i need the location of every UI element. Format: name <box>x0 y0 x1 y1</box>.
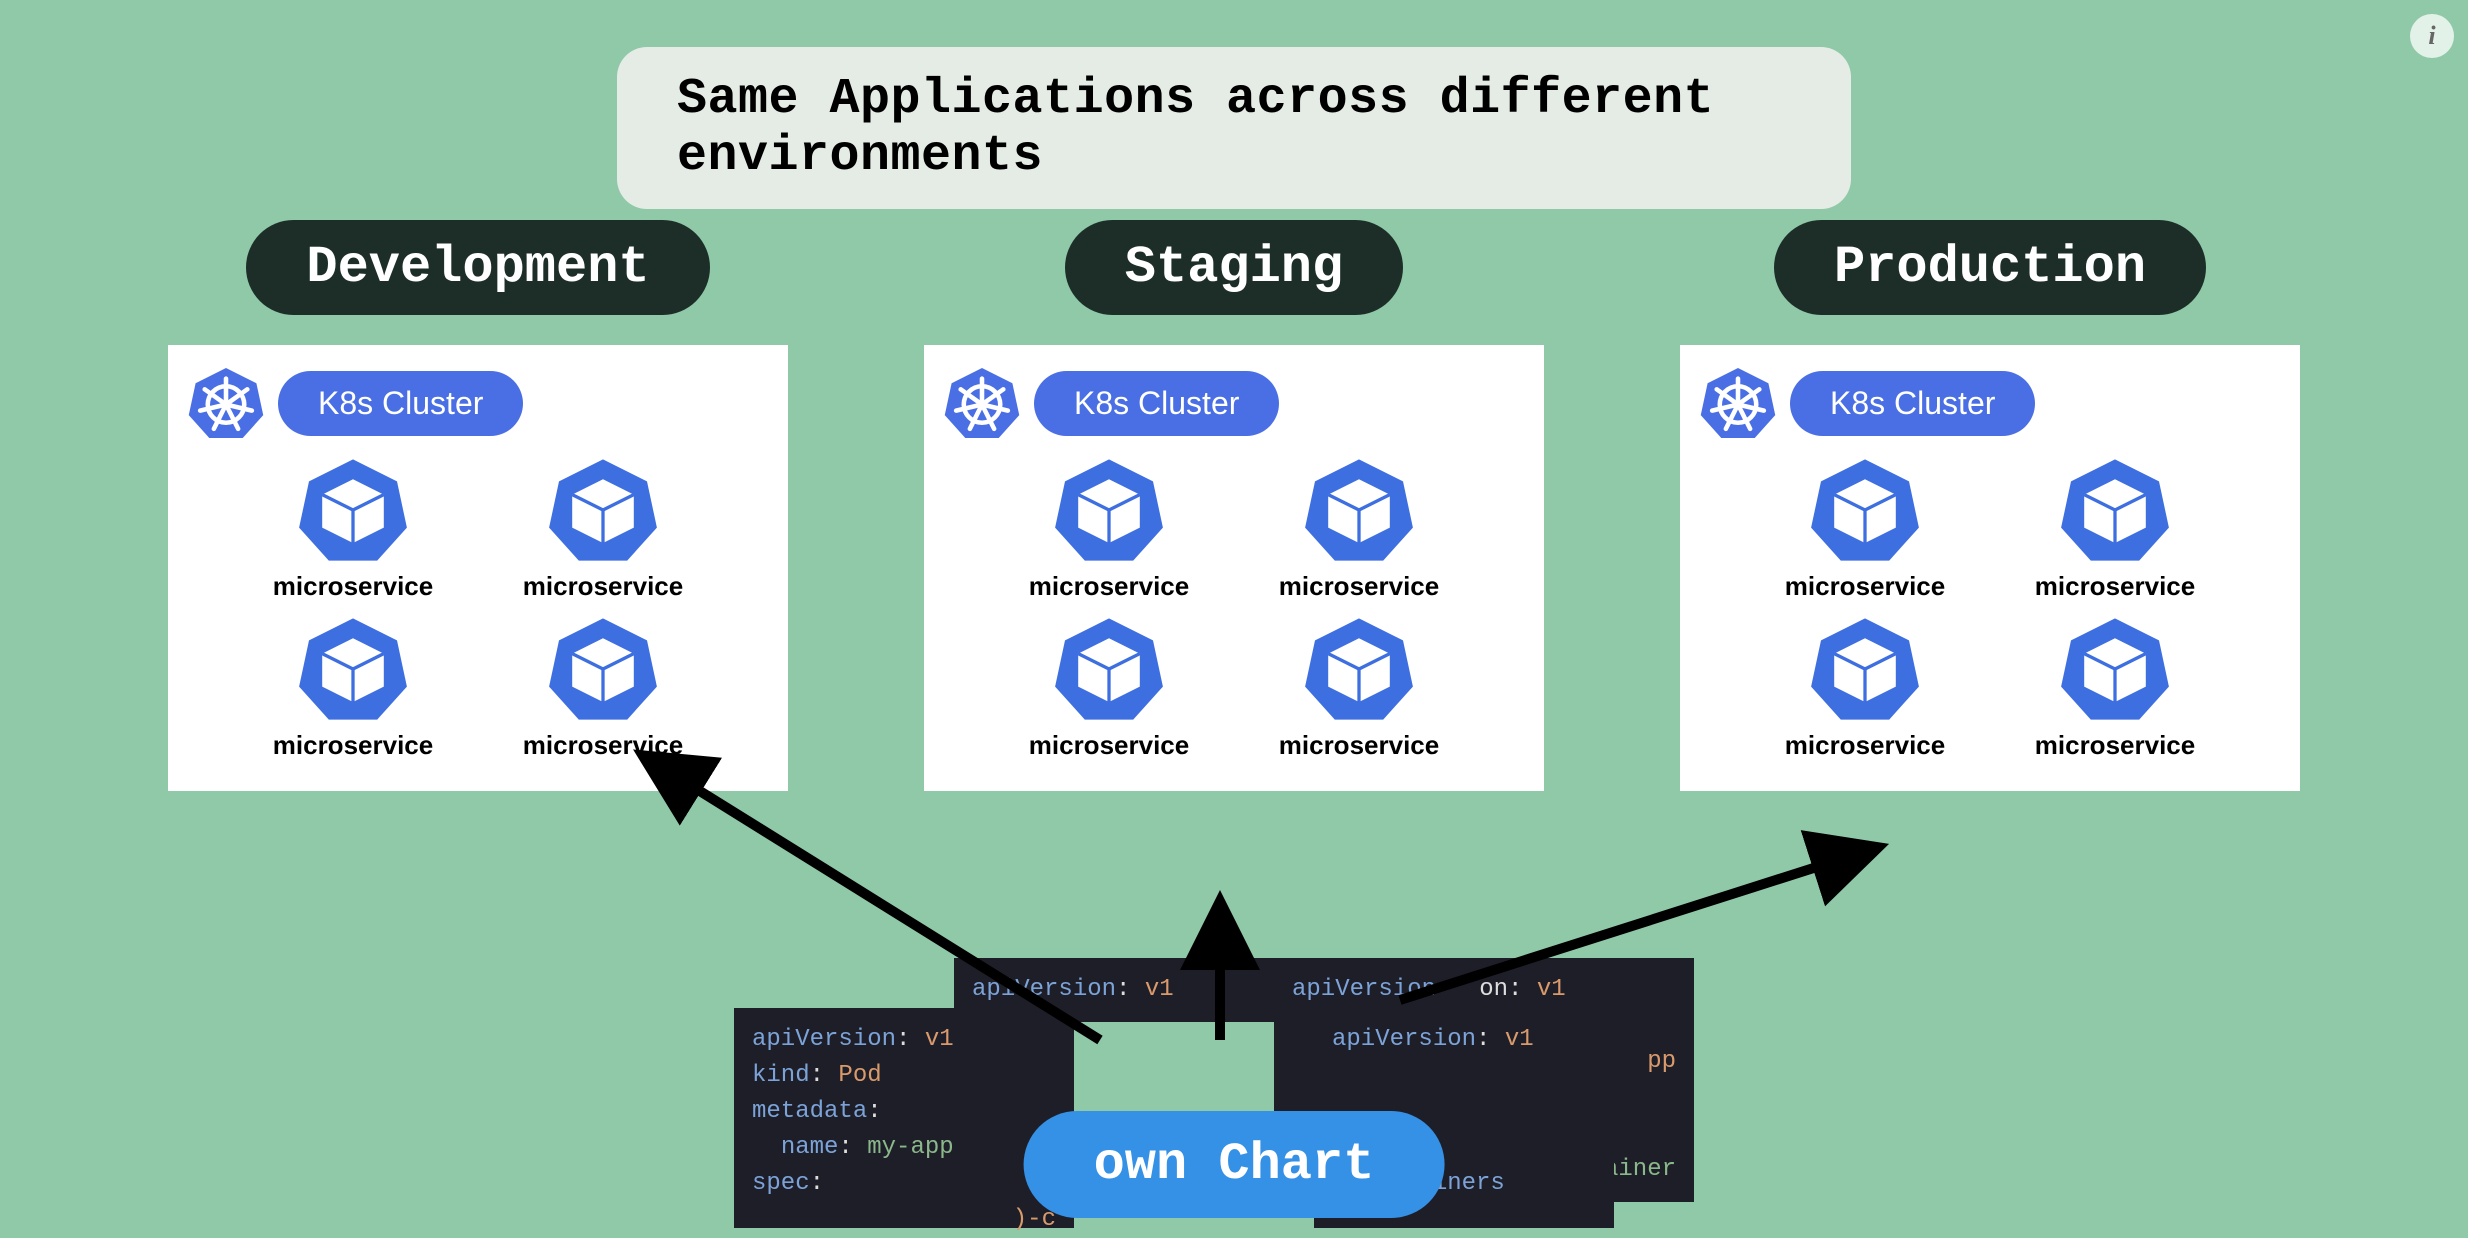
microservice-item: microservice <box>1254 455 1464 602</box>
cluster-box-development: K8s Cluster microservice microservice mi… <box>168 345 788 791</box>
env-pill-staging: Staging <box>1065 220 1403 315</box>
microservice-label: microservice <box>1279 571 1439 602</box>
cluster-box-production: K8s Cluster microservice microservice mi… <box>1680 345 2300 791</box>
cube-icon <box>1810 455 1920 565</box>
kubernetes-icon <box>1700 365 1776 441</box>
microservice-item: microservice <box>1004 455 1214 602</box>
yaml-window-front: apiVersion: v1 kind: Pod metadata: name:… <box>734 1008 1074 1228</box>
cube-icon <box>548 455 658 565</box>
microservice-grid: microservice microservice microservice m… <box>944 455 1524 761</box>
cluster-header: K8s Cluster <box>1700 365 2280 441</box>
cube-icon <box>1054 455 1164 565</box>
microservice-grid: microservice microservice microservice m… <box>188 455 768 761</box>
env-development: Development K8s Cluster <box>168 220 788 791</box>
microservice-item: microservice <box>248 455 458 602</box>
cube-icon <box>2060 614 2170 724</box>
cube-icon <box>1810 614 1920 724</box>
microservice-label: microservice <box>1785 571 1945 602</box>
microservice-grid: microservice microservice microservice m… <box>1700 455 2280 761</box>
cluster-box-staging: K8s Cluster microservice microservice mi… <box>924 345 1544 791</box>
microservice-label: microservice <box>523 730 683 761</box>
microservice-item: microservice <box>1760 455 1970 602</box>
cluster-header: K8s Cluster <box>188 365 768 441</box>
microservice-label: microservice <box>1785 730 1945 761</box>
microservice-label: microservice <box>273 571 433 602</box>
microservice-label: microservice <box>273 730 433 761</box>
microservice-item: microservice <box>1004 614 1214 761</box>
microservice-item: microservice <box>1760 614 1970 761</box>
microservice-item: microservice <box>1254 614 1464 761</box>
microservice-item: microservice <box>2010 455 2220 602</box>
cube-icon <box>2060 455 2170 565</box>
microservice-item: microservice <box>2010 614 2220 761</box>
microservice-item: microservice <box>498 614 708 761</box>
microservice-label: microservice <box>1029 571 1189 602</box>
cube-icon <box>298 614 408 724</box>
microservice-label: microservice <box>1279 730 1439 761</box>
cube-icon <box>1304 455 1414 565</box>
env-production: Production K8s Cluster <box>1680 220 2300 791</box>
info-icon[interactable]: i <box>2410 14 2454 58</box>
cluster-label: K8s Cluster <box>278 371 523 436</box>
cluster-label: K8s Cluster <box>1790 371 2035 436</box>
title-banner: Same Applications across different envir… <box>617 47 1851 209</box>
microservice-label: microservice <box>2035 730 2195 761</box>
microservice-label: microservice <box>523 571 683 602</box>
yaml-code-stack: apiVersion: v1 apiVersion on: v1 pp -app… <box>734 958 1734 1228</box>
microservice-item: microservice <box>248 614 458 761</box>
env-pill-development: Development <box>246 220 709 315</box>
microservice-label: microservice <box>2035 571 2195 602</box>
cluster-label: K8s Cluster <box>1034 371 1279 436</box>
own-chart-pill: own Chart <box>1024 1111 1445 1218</box>
microservice-item: microservice <box>498 455 708 602</box>
kubernetes-icon <box>188 365 264 441</box>
cluster-header: K8s Cluster <box>944 365 1524 441</box>
cube-icon <box>298 455 408 565</box>
microservice-label: microservice <box>1029 730 1189 761</box>
env-staging: Staging K8s Cluster <box>924 220 1544 791</box>
environments-row: Development K8s Cluster <box>0 220 2468 791</box>
cube-icon <box>1054 614 1164 724</box>
cube-icon <box>548 614 658 724</box>
cube-icon <box>1304 614 1414 724</box>
kubernetes-icon <box>944 365 1020 441</box>
env-pill-production: Production <box>1774 220 2206 315</box>
